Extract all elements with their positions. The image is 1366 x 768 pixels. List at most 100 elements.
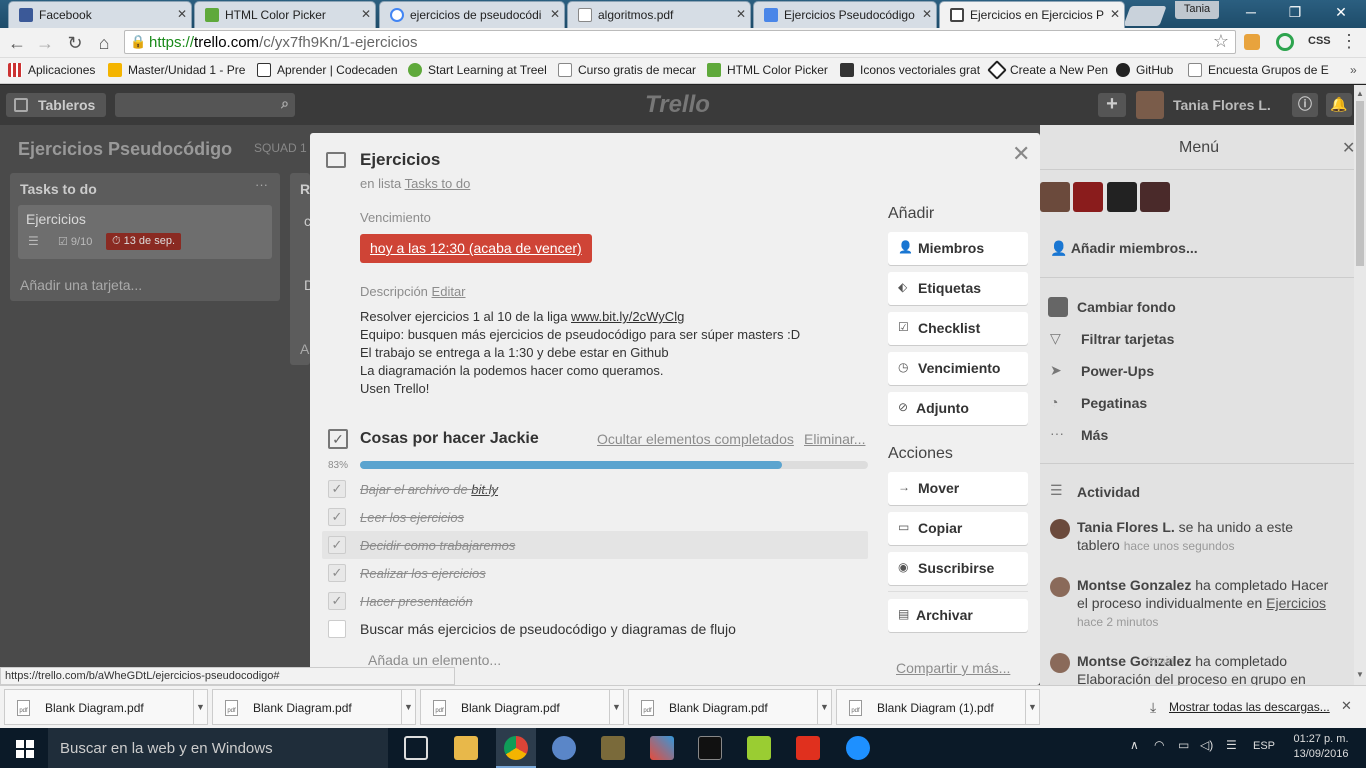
menu-more[interactable]: Más [1081, 427, 1108, 443]
board-search-input[interactable]: ⌕ [115, 93, 295, 117]
avatar[interactable] [1050, 519, 1070, 539]
boards-button[interactable]: Tableros [6, 93, 106, 117]
tab-google-doc[interactable]: Ejercicios Pseudocódigo ✕ [753, 1, 937, 28]
close-tab-icon[interactable]: ✕ [361, 7, 371, 21]
chevron-down-icon[interactable]: ▼ [193, 690, 207, 724]
description-link[interactable]: www.bit.ly/2cWyClg [571, 309, 684, 324]
menu-change-background[interactable]: Cambiar fondo [1077, 299, 1176, 315]
bookmark-star-icon[interactable]: ☆ [1213, 31, 1229, 52]
info-icon[interactable]: ⓘ [1292, 93, 1318, 117]
chrome-icon[interactable] [504, 736, 528, 760]
close-tab-icon[interactable]: ✕ [1110, 7, 1120, 21]
grammarly-icon[interactable] [1276, 33, 1294, 51]
back-icon[interactable]: ← [6, 32, 28, 54]
tab-facebook[interactable]: Facebook ✕ [8, 1, 192, 28]
tab-google-search[interactable]: ejercicios de pseudocódi ✕ [379, 1, 565, 28]
bookmark-encuesta[interactable]: Encuesta Grupos de E [1188, 63, 1329, 77]
member-avatar[interactable] [1040, 182, 1070, 212]
bookmark-github[interactable]: GitHub [1116, 63, 1173, 77]
download-item[interactable]: pdf Blank Diagram (1).pdf ▼ [836, 689, 1040, 725]
avatar[interactable] [1050, 577, 1070, 597]
checklist-item[interactable]: Buscar más ejercicios de pseudocódigo y … [360, 621, 736, 637]
add-item-input[interactable]: Añada un elemento... [368, 652, 501, 668]
terminal-icon[interactable] [698, 736, 722, 760]
board-title[interactable]: Ejercicios Pseudocódigo [18, 139, 232, 160]
member-avatar[interactable] [1073, 182, 1103, 212]
new-tab-button[interactable] [1123, 6, 1167, 26]
checkbox[interactable]: ✓ [328, 508, 346, 526]
scroll-up-icon[interactable]: ▲ [1356, 89, 1364, 98]
close-tab-icon[interactable]: ✕ [736, 7, 746, 21]
list-title[interactable]: Tasks to do [20, 181, 97, 197]
checkbox[interactable]: ✓ [328, 620, 346, 638]
chevron-down-icon[interactable]: ▼ [1025, 690, 1039, 724]
menu-power-ups[interactable]: Power-Ups [1081, 363, 1154, 379]
subscribe-button[interactable]: ◉ Suscribirse [888, 552, 1028, 585]
maximize-button[interactable]: ❐ [1272, 0, 1318, 26]
minimize-button[interactable]: ─ [1228, 0, 1274, 26]
checklist-item[interactable]: Decidir como trabajaremos [360, 538, 515, 553]
close-icon[interactable]: ✕ [1012, 141, 1030, 167]
checkbox[interactable]: ✓ [328, 480, 346, 498]
page-scrollbar[interactable]: ▲ ▼ [1354, 85, 1366, 685]
more-bookmarks-icon[interactable]: » [1350, 63, 1357, 77]
download-item[interactable]: pdf Blank Diagram.pdf ▼ [420, 689, 624, 725]
menu-stickers[interactable]: Pegatinas [1081, 395, 1147, 411]
bell-icon[interactable]: 🔔 [1326, 93, 1352, 117]
bookmark-codecademy[interactable]: Aprender | Codecaden [257, 63, 398, 77]
checklist-item[interactable]: Bajar el archivo de bit.ly [360, 482, 498, 497]
chevron-down-icon[interactable]: ▼ [609, 690, 623, 724]
tab-html-color-picker[interactable]: HTML Color Picker ✕ [194, 1, 376, 28]
notifications-icon[interactable]: ☰ [1226, 738, 1237, 752]
tab-algoritmos-pdf[interactable]: algoritmos.pdf ✕ [567, 1, 751, 28]
address-bar[interactable]: 🔒 https://trello.com/c/yx7fh9Kn/1-ejerci… [124, 30, 1236, 54]
css-extension-icon[interactable]: CSS [1308, 35, 1331, 47]
list-menu-icon[interactable]: ··· [255, 177, 268, 192]
menu-filter-cards[interactable]: Filtrar tarjetas [1081, 331, 1174, 347]
scroll-down-icon[interactable]: ▼ [1356, 670, 1364, 679]
due-date-sidebar-button[interactable]: ◷ Vencimiento [888, 352, 1028, 385]
wifi-icon[interactable]: ◠ [1154, 738, 1164, 752]
member-avatar[interactable] [1107, 182, 1137, 212]
board-team[interactable]: SQUAD 1 [254, 141, 307, 155]
close-window-button[interactable]: ✕ [1318, 0, 1364, 26]
trello-logo[interactable]: Trello [645, 91, 710, 119]
close-tab-icon[interactable]: ✕ [177, 7, 187, 21]
file-explorer-icon[interactable] [454, 736, 478, 760]
bookmark-master[interactable]: Master/Unidad 1 - Pre [108, 63, 245, 77]
checklist-item[interactable]: Leer los ejercicios [360, 510, 464, 525]
add-icon[interactable]: + [1098, 93, 1126, 117]
sublime-icon[interactable] [601, 736, 625, 760]
home-icon[interactable]: ⌂ [93, 32, 115, 54]
reload-icon[interactable]: ↻ [64, 32, 86, 54]
avatar[interactable] [1050, 653, 1070, 673]
chrome-profile-icon[interactable] [552, 736, 576, 760]
edge-icon[interactable] [846, 736, 870, 760]
git-icon[interactable] [650, 736, 674, 760]
taskbar-search-box[interactable]: Buscar en la web y en Windows [48, 728, 388, 768]
card-ejercicios[interactable]: Ejercicios ☰ ☑ 9/10 ⏱ 13 de sep. [18, 205, 272, 259]
windows-start-icon[interactable] [16, 740, 34, 758]
labels-button[interactable]: ⬖ Etiquetas [888, 272, 1028, 305]
language-indicator[interactable]: ESP [1253, 740, 1275, 752]
bookmark-color-picker[interactable]: HTML Color Picker [707, 63, 828, 77]
checklist-button[interactable]: ☑ Checklist [888, 312, 1028, 345]
member-avatar[interactable] [1140, 182, 1170, 212]
download-item[interactable]: pdf Blank Diagram.pdf ▼ [4, 689, 208, 725]
bookmark-treehouse[interactable]: Start Learning at Treel [408, 63, 547, 77]
clock[interactable]: 01:27 p. m. 13/09/2016 [1290, 732, 1352, 762]
scrollbar-thumb[interactable] [1356, 101, 1364, 266]
attachment-button[interactable]: ⊘ Adjunto [888, 392, 1028, 425]
forward-icon[interactable]: → [34, 32, 56, 54]
tab-trello-active[interactable]: Ejercicios en Ejercicios P ✕ [939, 1, 1125, 28]
chevron-down-icon[interactable]: ▼ [401, 690, 415, 724]
move-button[interactable]: → Mover [888, 472, 1028, 505]
volume-icon[interactable]: ◁) [1200, 738, 1213, 752]
share-more-link[interactable]: Compartir y más... [896, 660, 1010, 676]
edit-description-link[interactable]: Editar [432, 284, 466, 299]
tray-chevron-icon[interactable]: ∧ [1130, 738, 1139, 752]
menu-dots-icon[interactable]: ⋮ [1340, 31, 1358, 52]
download-item[interactable]: pdf Blank Diagram.pdf ▼ [212, 689, 416, 725]
download-item[interactable]: pdf Blank Diagram.pdf ▼ [628, 689, 832, 725]
bookmark-codepen[interactable]: Create a New Pen [987, 60, 1108, 80]
